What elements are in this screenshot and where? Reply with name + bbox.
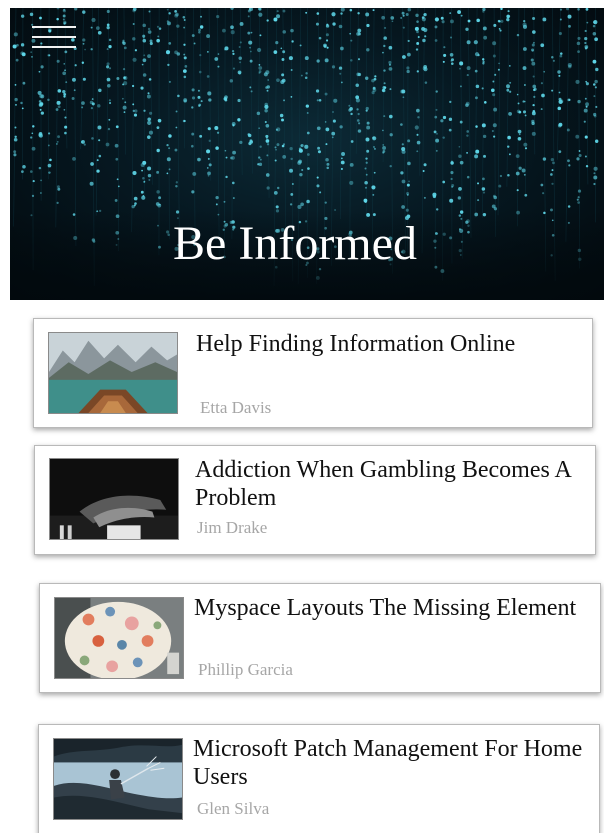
article-author: Phillip Garcia (198, 660, 293, 679)
article-author: Glen Silva (197, 799, 270, 818)
article-title[interactable]: Myspace Layouts The Missing Element (194, 594, 584, 622)
article-author: Etta Davis (200, 398, 272, 417)
page-title: Be Informed (173, 217, 417, 270)
article-card[interactable]: Microsoft Patch Management For Home User… (38, 724, 600, 833)
article-card[interactable]: Addiction When Gambling Becomes A Proble… (34, 445, 596, 555)
lake-boat-image (48, 332, 178, 414)
menu-bar (32, 46, 76, 48)
page: Be Informed Help Finding Information Onl… (0, 0, 604, 833)
menu-bar (32, 36, 76, 38)
piano-hands-image (49, 458, 179, 540)
article-title[interactable]: Addiction When Gambling Becomes A Proble… (195, 456, 585, 512)
article-title[interactable]: Help Finding Information Online (196, 330, 576, 358)
hero-banner: Be Informed (10, 8, 604, 300)
article-card[interactable]: Myspace Layouts The Missing Element Phil… (39, 583, 601, 693)
article-card[interactable]: Help Finding Information Online Etta Dav… (33, 318, 593, 428)
menu-bar (32, 26, 76, 28)
hamburger-menu-icon[interactable] (30, 22, 78, 56)
floral-fabric-image (54, 597, 184, 679)
article-author: Jim Drake (197, 518, 268, 537)
article-title[interactable]: Microsoft Patch Management For Home User… (193, 735, 591, 791)
river-person-image (53, 738, 183, 820)
